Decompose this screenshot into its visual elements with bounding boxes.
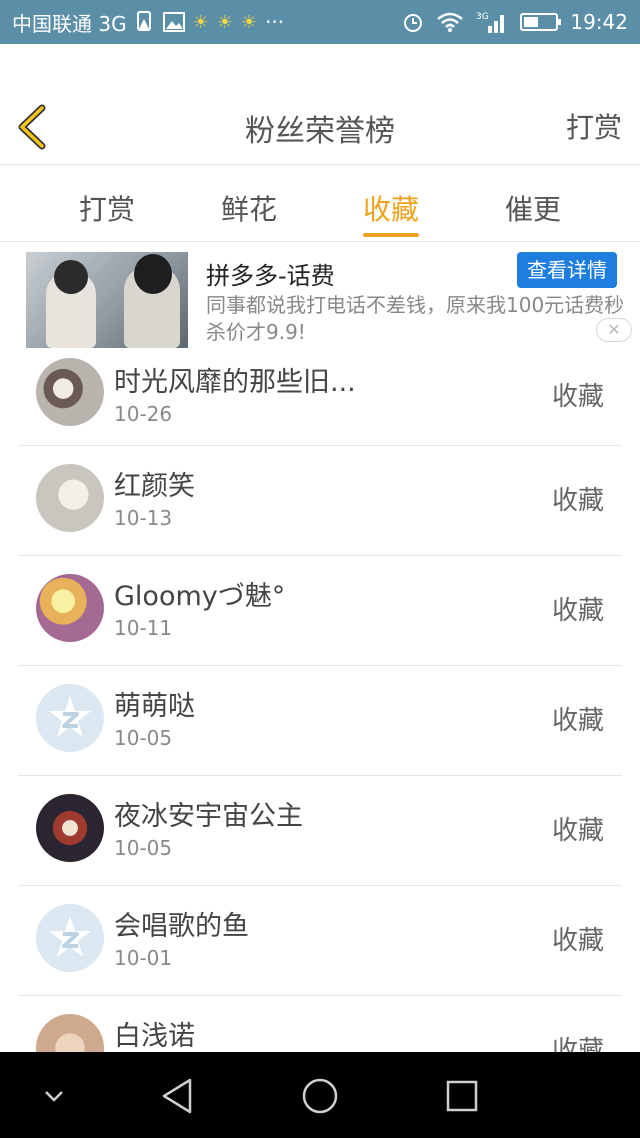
clock: 19:42 bbox=[570, 10, 628, 34]
list-item[interactable]: 红颜笑 10-13 收藏 bbox=[18, 446, 622, 556]
bulb-icon: ☀ bbox=[192, 11, 209, 33]
navigation-bar bbox=[0, 1052, 640, 1138]
fan-date: 10-05 bbox=[114, 726, 173, 750]
avatar bbox=[36, 464, 104, 532]
bulb-icon: ☀ bbox=[216, 11, 233, 33]
back-nav-icon[interactable] bbox=[156, 1074, 200, 1118]
fan-date: 10-26 bbox=[114, 402, 173, 426]
fan-name: 萌萌哒 bbox=[114, 691, 195, 722]
tab-bar: 打赏 鲜花 收藏 催更 bbox=[0, 166, 640, 242]
action-label: 收藏 bbox=[551, 382, 604, 412]
fan-date: 10-01 bbox=[114, 946, 173, 970]
fan-name: Gloomyづ魅° bbox=[114, 581, 286, 612]
action-label: 收藏 bbox=[551, 816, 604, 846]
list-item[interactable]: Gloomyづ魅° 10-11 收藏 bbox=[18, 556, 622, 666]
ad-close-icon[interactable]: ✕ bbox=[596, 318, 632, 342]
fan-date: 10-13 bbox=[114, 506, 173, 530]
avatar bbox=[36, 358, 104, 426]
fan-name: 红颜笑 bbox=[114, 471, 195, 502]
reward-button[interactable]: 打赏 bbox=[566, 106, 622, 146]
list-item[interactable]: 时光风靡的那些旧... 10-26 收藏 bbox=[18, 350, 622, 446]
fan-list: 时光风靡的那些旧... 10-26 收藏 红颜笑 10-13 收藏 Gloomy… bbox=[18, 350, 622, 1106]
default-avatar-icon bbox=[36, 904, 104, 972]
bulb-icon: ☀ bbox=[240, 11, 258, 33]
action-label: 收藏 bbox=[551, 706, 604, 736]
status-left: 中国联通 3G ☀ ☀ ☀ ··· bbox=[12, 8, 284, 37]
action-label: 收藏 bbox=[551, 486, 604, 516]
fan-name: 会唱歌的鱼 bbox=[114, 911, 249, 942]
signal-icon: 3G bbox=[476, 10, 508, 34]
fan-name: 夜冰安宇宙公主 bbox=[114, 801, 303, 832]
fan-date: 10-11 bbox=[114, 616, 173, 640]
tab-reward[interactable]: 打赏 bbox=[57, 166, 157, 241]
wifi-icon bbox=[436, 11, 464, 33]
list-item[interactable]: 萌萌哒 10-05 收藏 bbox=[18, 666, 622, 776]
battery-icon bbox=[520, 13, 562, 31]
action-label: 收藏 bbox=[551, 596, 604, 626]
network-type-label: 3G bbox=[476, 12, 489, 22]
home-nav-icon[interactable] bbox=[298, 1074, 342, 1118]
carrier-label: 中国联通 3G bbox=[12, 11, 127, 36]
sim-alert-icon bbox=[135, 11, 155, 33]
ad-details-button[interactable]: 查看详情 bbox=[517, 252, 617, 288]
fan-date: 10-05 bbox=[114, 836, 173, 860]
alarm-icon bbox=[402, 11, 424, 33]
fan-name: 白浅诺 bbox=[114, 1021, 195, 1052]
action-label: 收藏 bbox=[551, 926, 604, 956]
tab-favorites[interactable]: 收藏 bbox=[341, 166, 441, 241]
page-title: 粉丝荣誉榜 bbox=[245, 114, 395, 149]
ad-title: 拼多多-话费 bbox=[206, 262, 335, 290]
list-item[interactable]: 夜冰安宇宙公主 10-05 收藏 bbox=[18, 776, 622, 886]
ad-description: 同事都说我打电话不差钱，原来我100元话费秒杀价才9.9! bbox=[206, 293, 625, 344]
status-bar: 中国联通 3G ☀ ☀ ☀ ··· 3G 19:42 bbox=[0, 0, 640, 44]
avatar bbox=[36, 794, 104, 862]
fan-name: 时光风靡的那些旧... bbox=[114, 367, 356, 398]
status-right: 3G 19:42 bbox=[402, 10, 628, 34]
default-avatar-icon bbox=[36, 684, 104, 752]
ad-image bbox=[26, 252, 188, 348]
avatar bbox=[36, 574, 104, 642]
hide-keyboard-icon[interactable] bbox=[32, 1074, 76, 1118]
tab-flowers[interactable]: 鲜花 bbox=[199, 166, 299, 241]
recent-apps-icon[interactable] bbox=[440, 1074, 484, 1118]
title-bar: 粉丝荣誉榜 打赏 bbox=[0, 44, 640, 165]
tab-urge-update[interactable]: 催更 bbox=[483, 166, 583, 241]
ad-banner[interactable]: 拼多多-话费 同事都说我打电话不差钱，原来我100元话费秒杀价才9.9! 查看详… bbox=[0, 242, 640, 350]
list-item[interactable]: 会唱歌的鱼 10-01 收藏 bbox=[18, 886, 622, 996]
image-icon bbox=[162, 12, 185, 32]
more-icon: ··· bbox=[265, 10, 285, 34]
